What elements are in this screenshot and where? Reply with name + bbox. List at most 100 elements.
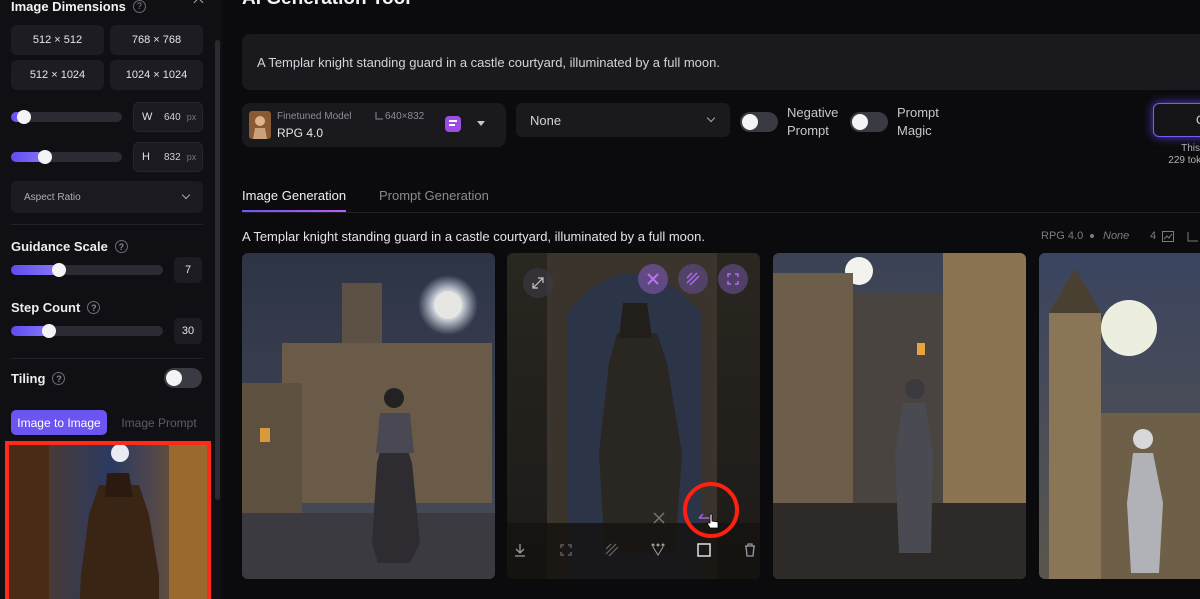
generated-image-4[interactable] xyxy=(1039,253,1200,579)
generation-model: RPG 4.0 xyxy=(1041,230,1084,242)
dimensions-title: Image Dimensions xyxy=(11,0,126,14)
caret-down-icon[interactable] xyxy=(477,121,485,126)
expand-icon[interactable] xyxy=(523,268,553,298)
download-glyph xyxy=(515,544,525,557)
model-selector[interactable]: Finetuned Model 640×832 RPG 4.0 xyxy=(242,103,506,147)
generated-image-3-art xyxy=(773,253,1026,579)
preset-512x1024-button[interactable]: 512 × 1024 xyxy=(11,60,104,90)
image-prompt-tab[interactable]: Image Prompt xyxy=(114,410,204,435)
step-count-label: Step Count xyxy=(11,300,81,315)
trash-icon[interactable] xyxy=(740,540,760,560)
guidance-scale-header: Guidance Scale ? xyxy=(11,239,128,254)
width-field[interactable]: W 640 px xyxy=(133,102,203,132)
token-cost-line2: 229 toker xyxy=(1168,155,1200,166)
width-slider-knob[interactable] xyxy=(17,110,31,124)
negative-prompt-toggle[interactable] xyxy=(740,112,778,132)
separator-dot xyxy=(1090,234,1094,238)
dimensions-header[interactable]: Image Dimensions ? xyxy=(11,0,206,15)
step-count-slider[interactable] xyxy=(11,324,163,338)
step-count-slider-knob[interactable] xyxy=(42,324,56,338)
generation-prompt: A Templar knight standing guard in a cas… xyxy=(242,229,705,244)
token-cost-text: This w 229 toker xyxy=(1150,143,1200,167)
init-image-preview[interactable] xyxy=(5,441,211,599)
chevron-down-icon xyxy=(706,113,716,123)
style-select[interactable]: None xyxy=(516,103,730,137)
tab-image-generation[interactable]: Image Generation xyxy=(242,188,346,203)
upscale-icon[interactable] xyxy=(678,264,708,294)
height-key: H xyxy=(142,151,150,163)
settings-sidebar: Image Dimensions ? 512 × 512 768 × 768 5… xyxy=(0,0,222,599)
chevron-down-icon xyxy=(181,190,191,200)
height-slider-knob[interactable] xyxy=(38,150,52,164)
remix-icon[interactable] xyxy=(638,264,668,294)
tiling-toggle[interactable] xyxy=(164,368,202,388)
prompt-magic-label-line1: Prompt xyxy=(897,105,939,120)
width-unit: px xyxy=(186,112,197,122)
zoom-icon[interactable] xyxy=(718,264,748,294)
preset-768x768-button[interactable]: 768 × 768 xyxy=(110,25,203,55)
edit-model-glyph xyxy=(449,120,457,126)
generate-button[interactable]: G xyxy=(1153,103,1200,137)
help-icon[interactable]: ? xyxy=(52,372,66,385)
highlight-ring xyxy=(683,482,739,538)
prompt-magic-toggle[interactable] xyxy=(850,112,888,132)
divider xyxy=(11,358,203,359)
generate-button-label: G xyxy=(1196,113,1200,127)
help-icon[interactable]: ? xyxy=(87,301,101,314)
aspect-ratio-label: Aspect Ratio xyxy=(24,191,81,203)
model-thumbnail-image xyxy=(249,111,271,139)
image-to-image-tab[interactable]: Image to Image xyxy=(11,410,107,435)
remix-small-icon[interactable] xyxy=(649,508,669,528)
token-cost-line1: This w xyxy=(1181,143,1200,154)
aspect-ratio-select[interactable]: Aspect Ratio xyxy=(11,181,203,213)
tab-prompt-generation[interactable]: Prompt Generation xyxy=(379,188,489,203)
ruler-icon xyxy=(375,112,383,120)
dimensions-icon xyxy=(1187,232,1198,242)
generated-image-3[interactable] xyxy=(773,253,1026,579)
trash-glyph xyxy=(745,543,755,557)
negative-prompt-label-line1: Negative xyxy=(787,105,839,120)
image-count-icon xyxy=(1162,231,1174,242)
prompt-magic-label-line2: Magic xyxy=(897,123,932,138)
zoom-small-icon[interactable] xyxy=(556,540,576,560)
zoom-small-glyph xyxy=(560,544,572,556)
generated-image-1[interactable] xyxy=(242,253,495,579)
sidebar-scrollbar[interactable] xyxy=(215,40,220,500)
height-value[interactable]: 832 xyxy=(164,152,181,163)
divider xyxy=(11,224,203,225)
tiling-header: Tiling ? xyxy=(11,371,66,386)
upscale-small-icon[interactable] xyxy=(602,540,622,560)
prompt-magic-label: Prompt Magic xyxy=(897,104,939,140)
width-slider[interactable] xyxy=(11,110,122,124)
guidance-value[interactable]: 7 xyxy=(174,257,202,283)
toggle-knob xyxy=(742,114,758,130)
guidance-slider-knob[interactable] xyxy=(52,263,66,277)
help-icon[interactable]: ? xyxy=(132,0,146,13)
edit-model-icon[interactable] xyxy=(445,116,461,132)
crop-icon[interactable] xyxy=(694,540,714,560)
preset-1024x1024-button[interactable]: 1024 × 1024 xyxy=(110,60,203,90)
crop-glyph xyxy=(697,543,711,557)
model-type-label: Finetuned Model xyxy=(277,111,352,122)
active-tab-indicator xyxy=(242,210,346,212)
chevron-up-icon[interactable] xyxy=(193,0,204,8)
remix-small-glyph xyxy=(653,512,665,524)
step-count-header: Step Count ? xyxy=(11,300,101,315)
negative-prompt-label: Negative Prompt xyxy=(787,104,838,140)
prompt-input[interactable]: A Templar knight standing guard in a cas… xyxy=(242,34,1200,90)
guidance-slider[interactable] xyxy=(11,263,163,277)
height-slider[interactable] xyxy=(11,150,122,164)
style-select-value: None xyxy=(530,112,562,128)
expand-glyph xyxy=(532,277,544,289)
download-icon[interactable] xyxy=(510,540,530,560)
width-key: W xyxy=(142,111,153,123)
width-value[interactable]: 640 xyxy=(164,112,181,123)
help-icon[interactable]: ? xyxy=(114,240,128,253)
model-dims-value: 640×832 xyxy=(385,111,425,122)
toggle-knob xyxy=(852,114,868,130)
zoom-glyph xyxy=(727,273,739,285)
variations-icon[interactable] xyxy=(648,540,668,560)
height-field[interactable]: H 832 px xyxy=(133,142,203,172)
preset-512x512-button[interactable]: 512 × 512 xyxy=(11,25,104,55)
step-count-value[interactable]: 30 xyxy=(174,318,202,344)
